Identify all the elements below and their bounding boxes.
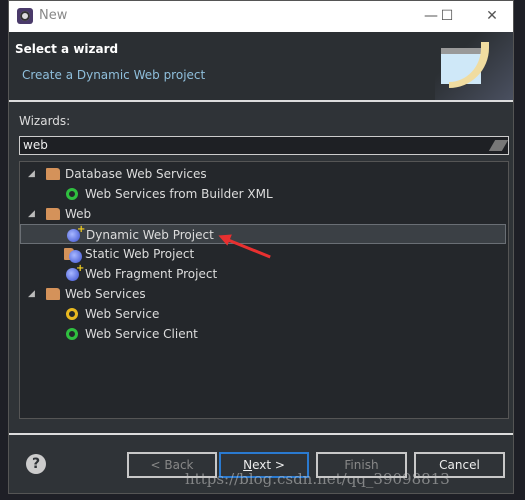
folder-icon <box>46 168 60 180</box>
tree-item-label: Database Web Services <box>65 167 207 181</box>
filter-value: web <box>23 138 48 152</box>
tree-item[interactable]: + Web Fragment Project <box>20 264 506 284</box>
tree-item[interactable]: Web Service <box>20 304 506 324</box>
divider <box>9 100 513 102</box>
watermark: https://blog.csdn.net/qq_39098813 <box>185 470 450 488</box>
new-wizard-dialog: New — ☐ ✕ Select a wizard Create a Dynam… <box>8 0 514 494</box>
tree-item[interactable]: Web Service Client <box>20 324 506 344</box>
header-description: Create a Dynamic Web project <box>22 68 206 82</box>
close-button[interactable]: ✕ <box>474 5 510 27</box>
expand-triangle-icon[interactable]: ◢ <box>28 164 35 184</box>
maximize-button[interactable]: ☐ <box>429 5 465 27</box>
folder-icon <box>46 208 60 220</box>
header-title: Select a wizard <box>15 42 119 56</box>
static-web-icon <box>69 250 82 263</box>
tree-item-label: Web Service Client <box>85 327 198 341</box>
divider <box>9 433 513 435</box>
wizard-header: Select a wizard Create a Dynamic Web pro… <box>9 32 513 100</box>
wizard-tree[interactable]: ◢ Database Web Services Web Services from … <box>19 161 509 419</box>
tree-item-label: Dynamic Web Project <box>86 228 214 242</box>
wizards-label: Wizards: <box>19 114 71 128</box>
tree-item-label: Web Services from Builder XML <box>85 187 273 201</box>
expand-triangle-icon[interactable]: ◢ <box>28 284 35 304</box>
expand-triangle-icon[interactable]: ◢ <box>28 204 35 224</box>
tree-item-label: Static Web Project <box>85 247 195 261</box>
window-title: New <box>39 8 68 23</box>
eclipse-icon <box>17 8 33 24</box>
plus-icon: + <box>77 224 86 235</box>
tree-item[interactable]: ◢ Database Web Services <box>20 164 506 184</box>
tree-item-label: Web Services <box>65 287 146 301</box>
tree-item[interactable]: ◢ Web Services <box>20 284 506 304</box>
wizard-banner-image <box>435 32 513 100</box>
plus-icon: + <box>76 263 85 274</box>
clear-icon[interactable] <box>488 140 509 151</box>
web-service-icon <box>66 328 78 340</box>
tree-item-label: Web <box>65 207 92 221</box>
tree-item-label: Web Fragment Project <box>85 267 218 281</box>
tree-item[interactable]: + Dynamic Web Project <box>20 224 506 244</box>
tree-item[interactable]: Web Services from Builder XML <box>20 184 506 204</box>
filter-input[interactable]: web <box>19 136 509 155</box>
web-service-icon <box>66 308 78 320</box>
title-bar: New — ☐ ✕ <box>9 1 513 32</box>
tree-item-label: Web Service <box>85 307 160 321</box>
folder-icon <box>46 288 60 300</box>
tree-item[interactable]: ◢ Web <box>20 204 506 224</box>
web-service-icon <box>66 188 78 200</box>
help-icon[interactable]: ? <box>26 454 46 474</box>
